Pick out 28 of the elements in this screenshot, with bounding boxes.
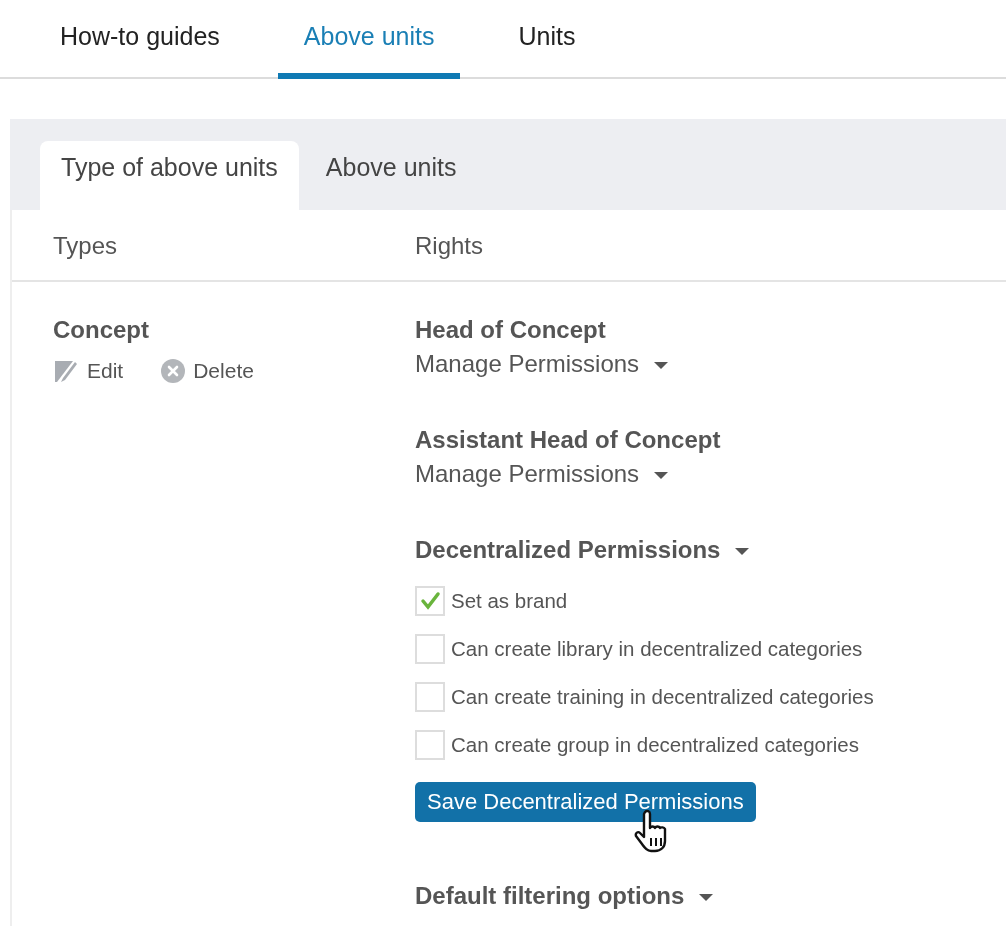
checkbox-label: Can create group in decentralized categories [451,733,859,757]
column-header: Rights [415,232,485,260]
checkbox[interactable] [415,586,445,616]
action-link[interactable]: Delete [161,358,254,384]
close-circle-icon [161,359,186,383]
checkbox[interactable] [415,730,445,760]
role-title: Head of Concept [415,316,607,344]
role-title: Assistant Head of Concept [415,426,722,454]
checkbox[interactable] [415,682,445,712]
section-dropdown[interactable]: Default filtering options [415,882,713,910]
pencil-icon [53,358,79,384]
checkbox-label: Set as brand [451,589,568,613]
column-header: Types [52,232,119,260]
action-link[interactable]: Edit [53,358,124,384]
permissions-dropdown[interactable]: Manage Permissions [415,460,668,488]
permissions-dropdown[interactable]: Manage Permissions [415,350,668,378]
checkbox[interactable] [415,634,445,664]
checkbox-label: Can create library in decentralized categories [451,637,863,661]
checkbox-label: Can create training in decentralized categories [451,685,874,709]
check-icon [419,590,441,612]
sub-tab[interactable]: Type of above units [40,141,299,210]
type-name: Concept [53,316,150,344]
section-dropdown[interactable]: Decentralized Permissions [415,536,750,564]
save-button[interactable]: Save Decentralized Permissions [415,782,756,822]
sub-tab[interactable]: Above units [304,141,478,210]
nav-tab[interactable]: How-to guides [34,0,246,79]
nav-tab[interactable]: Units [492,0,602,79]
nav-tab[interactable]: Above units [277,0,461,79]
